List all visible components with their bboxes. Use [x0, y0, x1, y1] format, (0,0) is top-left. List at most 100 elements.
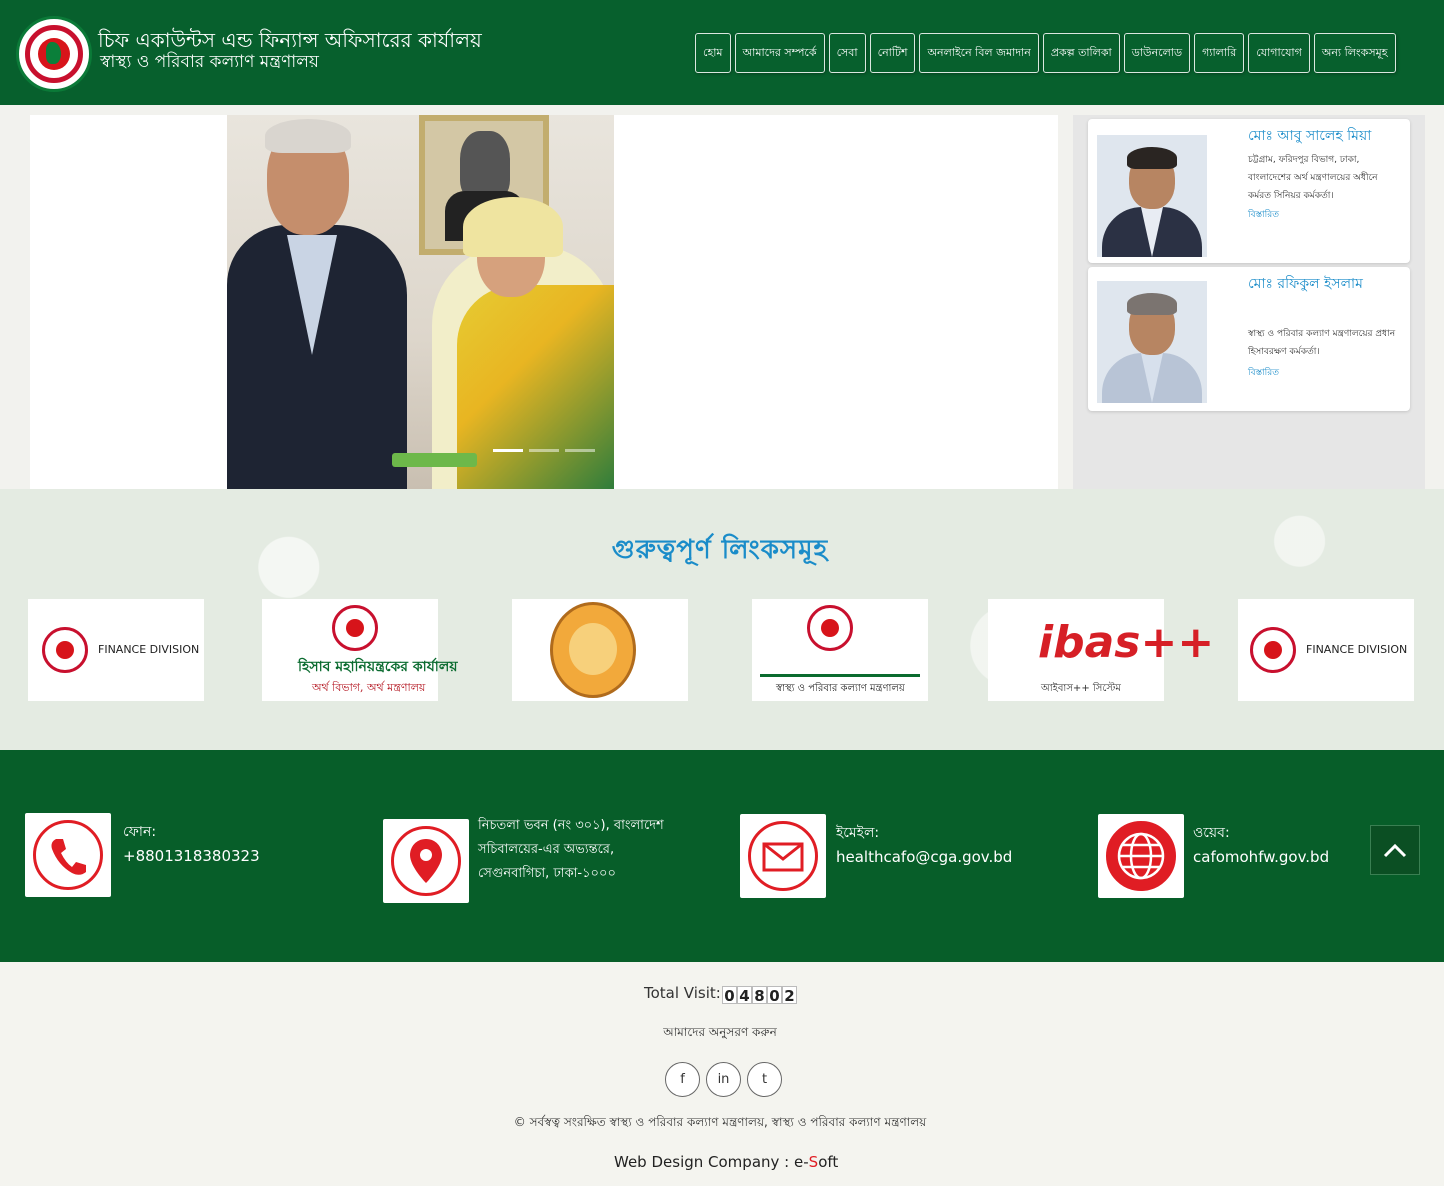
cga-logo[interactable]: হিসাব মহানিয়ন্ত্রকের কার্যালয় অর্থ বিভ… [262, 599, 458, 701]
logo-label: হিসাব মহানিয়ন্ত্রকের কার্যালয় [298, 659, 458, 675]
linkedin-icon[interactable]: in [706, 1062, 741, 1097]
follow-us-text: আমাদের অনুসরণ করুন [663, 1025, 777, 1039]
logo-sublabel: আইবাস++ সিস্টেম [1041, 683, 1121, 694]
web-icon-box [1098, 814, 1184, 898]
logo-label: FINANCE DIVISION [1306, 643, 1408, 656]
image-slider[interactable]: ‹ › [30, 115, 1058, 489]
facebook-icon[interactable]: f [665, 1062, 700, 1097]
nav-gallery[interactable]: গ্যালারি [1194, 33, 1245, 73]
site-title[interactable]: চিফ একাউন্টস এন্ড ফিন্যান্স অফিসারের কার… [98, 28, 482, 52]
finance-division-logo-2[interactable]: FINANCE DIVISION [1238, 599, 1414, 701]
phone-value[interactable]: +8801318380323 [123, 844, 260, 868]
email-value[interactable]: healthcafo@cga.gov.bd [836, 845, 1012, 869]
counter-digit: 4 [737, 986, 752, 1005]
nav-about[interactable]: আমাদের সম্পর্কে [734, 33, 825, 73]
man-hair [265, 119, 351, 153]
address-line-2: সচিবালয়ের-এর অভ্যন্তরে, [478, 842, 615, 857]
counter-digit: 0 [722, 986, 737, 1005]
important-links-section: গুরুত্বপূর্ণ লিংকসমূহ FINANCE DIVISION হ… [0, 489, 1444, 750]
officers-panel: মোঃ আবু সালেহ মিয়া চট্টগ্রাম, ফরিদপুর ব… [1073, 115, 1425, 489]
social-links: f in t [665, 1062, 782, 1097]
officer-more-link-2[interactable]: বিস্তারিত [1248, 365, 1279, 380]
web-design-credit: Web Design Company : e-Soft [614, 1153, 838, 1171]
design-label: Web Design Company : [614, 1153, 790, 1171]
logo-sublabel: অর্থ বিভাগ, অর্থ মন্ত্রণালয় [312, 681, 426, 694]
officer-photo-2 [1097, 281, 1207, 403]
officer-more-link-1[interactable]: বিস্তারিত [1248, 207, 1279, 222]
design-brand[interactable]: e-Soft [794, 1153, 838, 1171]
officer-desc-1: চট্টগ্রাম, ফরিদপুর বিভাগ, ঢাকা, বাংলাদেশ… [1248, 155, 1378, 201]
main-nav: হোম আমাদের সম্পর্কে সেবা নোটিশ অনলাইনে ব… [695, 33, 1396, 73]
officer-card-2: মোঃ রফিকুল ইসলাম স্বাস্থ্য ও পরিবার কল্য… [1088, 267, 1410, 411]
links-title: গুরুত্বপূর্ণ লিংকসমূহ [611, 535, 829, 565]
twitter-icon[interactable]: t [747, 1062, 782, 1097]
counter-digit: 8 [752, 986, 767, 1005]
address-line-3: সেগুনবাগিচা, ঢাকা-১০০০ [478, 866, 616, 881]
nav-online-bill[interactable]: অনলাইনে বিল জমাদান [919, 33, 1039, 73]
phone-icon-box [25, 813, 111, 897]
phone-label: ফোন: [123, 824, 157, 840]
scroll-to-top-button[interactable] [1370, 825, 1420, 875]
officer-card-1: মোঃ আবু সালেহ মিয়া চট্টগ্রাম, ফরিদপুর ব… [1088, 119, 1410, 263]
officer-photo-1 [1097, 135, 1207, 257]
officer-name-1: মোঃ আবু সালেহ মিয়া [1248, 128, 1372, 144]
nav-notice[interactable]: নোটিশ [869, 33, 916, 73]
officer-name-2: মোঃ রফিকুল ইসলাম [1248, 276, 1363, 292]
officer-hair [1127, 293, 1177, 315]
logo-label: স্বাস্থ্য ও পরিবার কল্যাণ মন্ত্রণালয় [776, 683, 905, 694]
counter-digit: 2 [782, 986, 797, 1005]
chevron-left-icon[interactable]: ‹ [100, 290, 109, 315]
web-value[interactable]: cafomohfw.gov.bd [1193, 845, 1329, 869]
govt-emblem-logo[interactable] [16, 16, 92, 92]
nav-services[interactable]: সেবা [828, 33, 866, 73]
officer-hair [1127, 147, 1177, 169]
email-icon-box [740, 814, 826, 898]
address-line-1: নিচতলা ভবন (নং ৩০১), বাংলাদেশ [478, 818, 664, 833]
woman-sari [457, 285, 614, 489]
contact-section: ফোন: +8801318380323 নিচতলা ভবন (নং ৩০১),… [0, 750, 1444, 962]
email-label: ইমেইল: [836, 825, 880, 841]
slider-dot-2[interactable] [529, 449, 559, 452]
chevron-right-icon[interactable]: › [975, 290, 984, 315]
copyright-text: © সর্বস্বত্ব সংরক্ষিত স্বাস্থ্য ও পরিবার… [513, 1115, 927, 1129]
slider-dot-3[interactable] [565, 449, 595, 452]
visit-label: Total Visit: [644, 984, 721, 1002]
visit-counter: 0 4 8 0 2 [722, 986, 797, 1005]
web-label: ওয়েব: [1193, 825, 1230, 841]
site-subtitle: স্বাস্থ্য ও পরিবার কল্যাণ মন্ত্রণালয় [100, 52, 319, 72]
cag-logo[interactable] [512, 599, 688, 701]
nav-download[interactable]: ডাউনলোড [1123, 33, 1191, 73]
officer-desc-2: স্বাস্থ্য ও পরিবার কল্যাণ মন্ত্রণালয়ের … [1248, 329, 1396, 357]
emblem-icon [42, 627, 88, 673]
logo-label: FINANCE DIVISION [98, 643, 200, 656]
design-brand-post: oft [818, 1153, 839, 1171]
chevron-up-icon [1383, 843, 1407, 858]
emblem-map [46, 42, 61, 64]
globe-icon [1106, 821, 1176, 891]
nav-other-links[interactable]: অন্য লিংকসমূহ [1313, 33, 1396, 73]
nav-home[interactable]: হোম [695, 33, 731, 73]
site-footer: Total Visit: 0 4 8 0 2 আমাদের অনুসরণ করু… [0, 962, 1444, 1186]
ibas-logo[interactable]: ibas++ আইবাস++ সিস্টেম [988, 599, 1214, 701]
mohfw-logo[interactable]: স্বাস্থ্য ও পরিবার কল্যাণ মন্ত্রণালয় [752, 599, 928, 701]
design-brand-pre: e- [794, 1153, 809, 1171]
woman-veil [463, 197, 563, 257]
nav-contact[interactable]: যোগাযোগ [1248, 33, 1310, 73]
nav-projects[interactable]: প্রকল্প তালিকা [1042, 33, 1120, 73]
phone-icon [33, 820, 103, 890]
envelope-icon [748, 821, 818, 891]
site-header: চিফ একাউন্টস এন্ড ফিন্যান্স অফিসারের কার… [0, 0, 1444, 105]
slider-dot-1[interactable] [493, 449, 523, 452]
emblem-icon [1250, 627, 1296, 673]
emblem-icon [332, 605, 378, 651]
slide-image [227, 115, 614, 489]
emblem-icon [807, 605, 853, 651]
finance-division-logo[interactable]: FINANCE DIVISION [28, 599, 204, 701]
ibas-wordmark: ibas++ [1038, 617, 1215, 668]
location-icon-box [383, 819, 469, 903]
green-divider [760, 674, 920, 677]
cag-seal-icon [550, 602, 636, 698]
counter-digit: 0 [767, 986, 782, 1005]
cag-seal-inner [569, 623, 617, 675]
slider-indicators [493, 449, 595, 452]
